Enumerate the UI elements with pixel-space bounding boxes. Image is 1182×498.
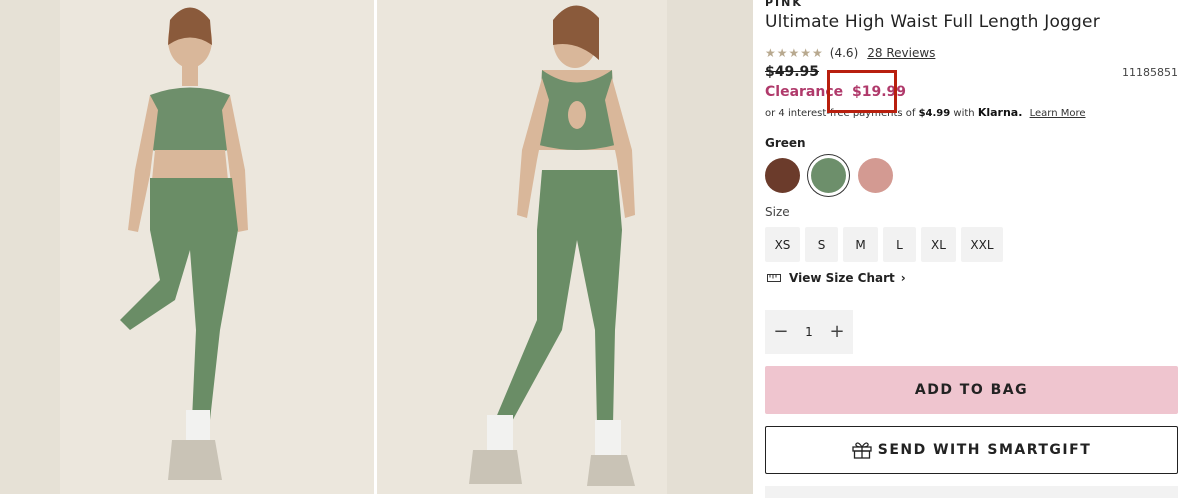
selected-color-label: Green bbox=[765, 136, 806, 150]
klarna-amount: $4.99 bbox=[918, 108, 951, 119]
gift-icon bbox=[852, 442, 872, 459]
quantity-increment-button[interactable]: + bbox=[830, 323, 845, 341]
reviews-link[interactable]: 28 Reviews bbox=[867, 46, 935, 60]
color-swatch-pink[interactable] bbox=[858, 158, 893, 193]
size-option-xs[interactable]: XS bbox=[765, 227, 800, 262]
send-with-smartgift-button[interactable]: SEND WITH SMARTGIFT bbox=[765, 426, 1178, 474]
size-option-s[interactable]: S bbox=[805, 227, 838, 262]
view-size-chart-link[interactable]: View Size Chart › bbox=[767, 271, 906, 285]
klarna-logo: Klarna. bbox=[977, 106, 1023, 119]
color-swatch-brown[interactable] bbox=[765, 158, 800, 193]
add-to-bag-button[interactable]: ADD TO BAG bbox=[765, 366, 1178, 414]
color-swatch-green[interactable] bbox=[811, 158, 846, 193]
size-label: Size bbox=[765, 205, 790, 219]
klarna-with: with bbox=[953, 108, 975, 119]
rating-value: (4.6) bbox=[829, 46, 859, 60]
product-image-back[interactable] bbox=[377, 0, 753, 494]
quantity-value[interactable]: 1 bbox=[805, 325, 813, 339]
quantity-stepper: − 1 + bbox=[765, 310, 853, 354]
product-title: Ultimate High Waist Full Length Jogger bbox=[765, 12, 1100, 32]
star-rating-icon: ★★★★★ bbox=[765, 46, 824, 60]
price-highlight-annotation bbox=[827, 70, 897, 113]
ruler-icon bbox=[767, 274, 781, 282]
product-image-front[interactable] bbox=[0, 0, 374, 494]
chevron-right-icon: › bbox=[900, 271, 906, 285]
rating-row: ★★★★★ (4.6) 28 Reviews bbox=[765, 44, 935, 62]
smartgift-label: SEND WITH SMARTGIFT bbox=[877, 442, 1092, 458]
quantity-decrement-button[interactable]: − bbox=[773, 323, 788, 341]
klarna-message: or 4 interest-free payments of $4.99 wit… bbox=[765, 106, 1086, 119]
brand-label: PINK bbox=[765, 0, 803, 9]
size-chart-label: View Size Chart bbox=[789, 271, 895, 285]
size-option-xl[interactable]: XL bbox=[921, 227, 956, 262]
sku-number: 11185851 bbox=[1122, 66, 1178, 79]
size-option-l[interactable]: L bbox=[883, 227, 916, 262]
size-option-m[interactable]: M bbox=[843, 227, 878, 262]
klarna-learn-more-link[interactable]: Learn More bbox=[1030, 108, 1086, 119]
size-option-xxl[interactable]: XXL bbox=[961, 227, 1003, 262]
original-price: $49.95 bbox=[765, 64, 820, 80]
next-section-bar bbox=[765, 486, 1178, 498]
